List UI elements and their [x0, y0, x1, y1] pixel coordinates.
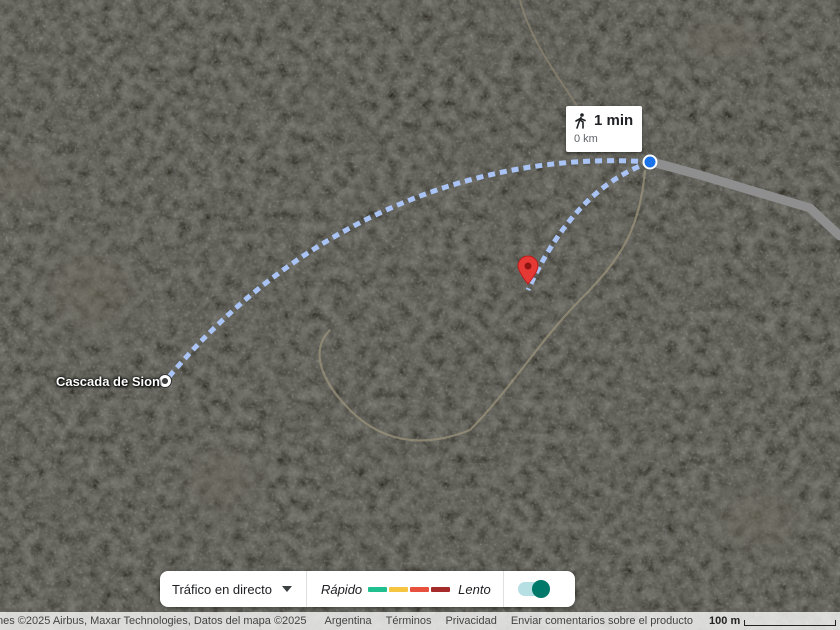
traffic-layer-dropdown[interactable]: Tráfico en directo: [160, 571, 307, 607]
legend-swatch: [389, 586, 409, 592]
chevron-down-icon: [281, 586, 292, 592]
origin-location-icon[interactable]: [642, 154, 658, 170]
toggle-knob: [531, 580, 550, 598]
traffic-dropdown-label: Tráfico en directo: [172, 581, 272, 597]
footer-link-terms[interactable]: Términos: [386, 615, 432, 627]
walking-person-icon: [575, 113, 586, 129]
legend-slow-label: Lento: [458, 581, 491, 597]
footer-link-country[interactable]: Argentina: [325, 615, 372, 627]
legend-swatch: [410, 586, 430, 592]
rock-outcrop: [150, 420, 290, 540]
legend-swatch: [431, 586, 451, 592]
scale-label[interactable]: 100 m: [709, 615, 740, 627]
rock-outcrop: [640, 0, 800, 80]
satellite-map[interactable]: [0, 0, 840, 630]
scale-bar: [744, 620, 837, 626]
traffic-layer-bar: Tráfico en directo Rápido Lento: [160, 571, 575, 607]
route-distance: 0 km: [574, 133, 598, 145]
footer-link-privacy[interactable]: Privacidad: [445, 615, 496, 627]
place-label-waterfall[interactable]: Cascada de Sion: [56, 374, 160, 389]
traffic-toggle[interactable]: [517, 580, 550, 598]
legend-fast-label: Rápido: [320, 581, 363, 597]
map-footer: nes ©2025 Airbus, Maxar Technologies, Da…: [0, 612, 840, 630]
footer-link-feedback[interactable]: Enviar comentarios sobre el producto: [511, 615, 693, 627]
waterfall-place-icon[interactable]: [158, 374, 172, 388]
traffic-legend: Rápido Lento: [307, 571, 504, 607]
route-duration: 1 min: [594, 112, 634, 129]
legend-swatches: [368, 586, 452, 592]
rock-outcrop: [0, 210, 180, 370]
rock-outcrop: [680, 460, 840, 580]
imagery-attribution: nes ©2025 Airbus, Maxar Technologies, Da…: [0, 615, 307, 627]
legend-swatch: [368, 586, 388, 592]
route-duration-card[interactable]: 1 min 0 km: [566, 106, 642, 152]
